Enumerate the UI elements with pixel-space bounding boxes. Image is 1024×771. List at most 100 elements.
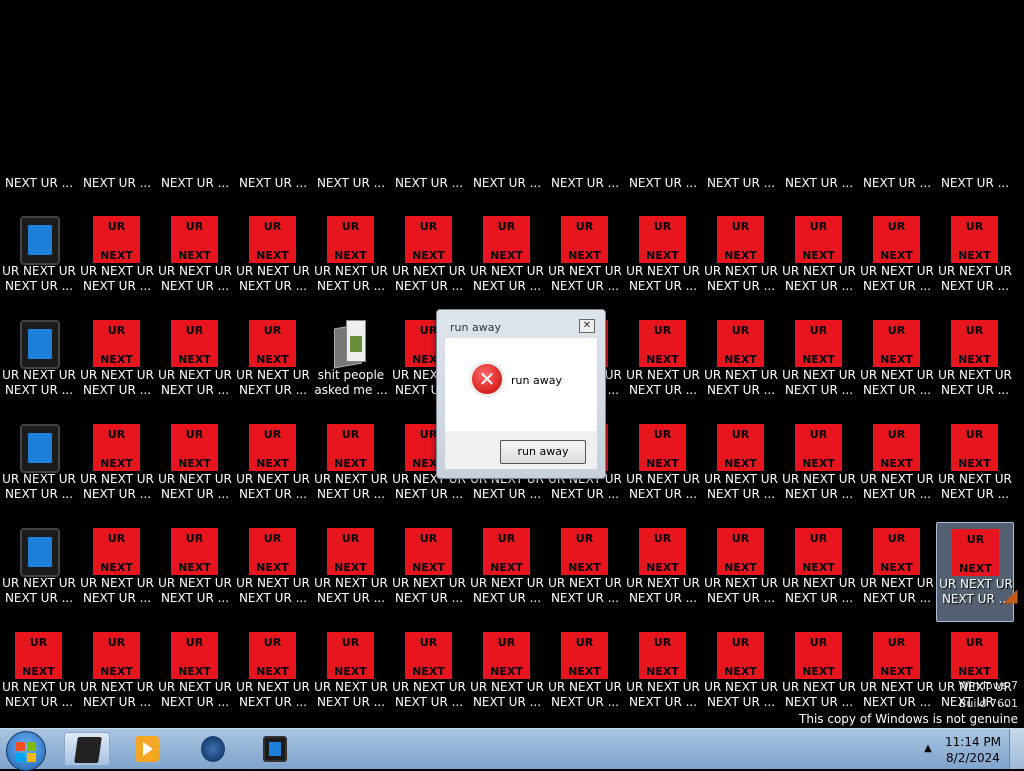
desktop-icon-label[interactable]: NEXT UR ... xyxy=(468,176,546,190)
desktop-icon[interactable]: UR NEXT UR NEXT UR NEXT UR ... xyxy=(780,522,858,622)
desktop-icon[interactable]: URNEXTUR NEXT UR NEXT UR ... xyxy=(780,314,858,414)
watermark-build: Build 7601 xyxy=(958,697,1018,710)
desktop-icon[interactable]: URNEXTUR NEXT UR NEXT UR ... xyxy=(546,210,624,310)
desktop-icon[interactable]: URNEXTUR NEXT UR NEXT UR ... xyxy=(156,418,234,518)
ur-next-image-icon: UR NEXT xyxy=(327,632,374,679)
desktop-icon[interactable]: URNEXTUR NEXT UR NEXT UR ... xyxy=(858,522,936,622)
desktop-icon[interactable]: URNEXTUR NEXT UR NEXT UR ... xyxy=(156,210,234,310)
desktop-icon[interactable]: URNEXTUR NEXT UR NEXT UR ... xyxy=(390,626,468,726)
icon-text-bottom: NEXT xyxy=(334,665,367,678)
icon-text-top: UR xyxy=(185,220,204,233)
desktop-icon-label: UR NEXT UR NEXT UR ... xyxy=(782,576,856,605)
desktop-icon-label[interactable]: NEXT UR ... xyxy=(312,176,390,190)
error-dialog[interactable]: run away ✕ ✕ run away run away xyxy=(436,309,606,479)
desktop-icon[interactable]: URNEXTUR NEXT UR NEXT UR ... xyxy=(234,626,312,726)
desktop-icon[interactable]: URNEXTUR NEXT UR NEXT UR ... xyxy=(780,210,858,310)
desktop-icon[interactable]: URNEXTUR NEXT UR NEXT UR ... xyxy=(156,626,234,726)
desktop-icon[interactable]: URNEXTUR NEXT UR NEXT UR ... xyxy=(468,522,546,622)
desktop-icon[interactable]: URNEXTUR NEXT UR NEXT UR ... xyxy=(234,522,312,622)
desktop-icon[interactable]: URNEXTUR NEXT UR NEXT UR ... xyxy=(312,210,390,310)
desktop-icon[interactable]: URNEXTUR NEXT UR NEXT UR ... xyxy=(702,418,780,518)
desktop-icon[interactable]: URNEXTUR NEXT UR NEXT UR ... xyxy=(468,626,546,726)
icon-text-bottom: NEXT xyxy=(802,561,835,574)
taskbar-terminal-icon[interactable] xyxy=(64,732,110,766)
close-icon[interactable]: ✕ xyxy=(579,319,595,333)
taskbar-tablet-app-icon[interactable] xyxy=(252,732,298,766)
desktop-icon[interactable]: shit people asked me ... xyxy=(312,314,390,414)
desktop-icon[interactable]: URNEXTUR NEXT UR NEXT UR ... xyxy=(390,210,468,310)
desktop-icon[interactable]: URNEXTUR NEXT UR NEXT UR ... xyxy=(546,522,624,622)
desktop-icon[interactable]: URNEXTUR NEXT UR NEXT UR ... xyxy=(468,210,546,310)
desktop-icon[interactable]: URNEXTUR NEXT UR NEXT UR ... xyxy=(546,626,624,726)
desktop-icon-label: UR NEXT UR NEXT UR ... xyxy=(938,472,1012,501)
run-away-button[interactable]: run away xyxy=(500,440,586,464)
desktop-icon[interactable]: URNEXTUR NEXT UR NEXT UR ... xyxy=(234,210,312,310)
desktop-icon[interactable]: URNEXTUR NEXT UR NEXT UR ... xyxy=(78,522,156,622)
desktop-icon[interactable]: URNEXTUR NEXT UR NEXT UR ... xyxy=(780,626,858,726)
desktop-icon[interactable]: URNEXTUR NEXT UR NEXT UR ... xyxy=(936,210,1014,310)
desktop-icon[interactable]: URNEXTUR NEXT UR NEXT UR ... xyxy=(78,210,156,310)
desktop-icon[interactable]: URNEXTUR NEXT UR NEXT UR ... xyxy=(156,522,234,622)
desktop-icon[interactable]: URNEXTUR NEXT UR NEXT UR ... xyxy=(390,522,468,622)
desktop-icon[interactable]: URNEXTUR NEXT UR NEXT UR ... xyxy=(312,418,390,518)
desktop-icon[interactable]: UR NEXT UR NEXT UR ... xyxy=(0,314,78,414)
desktop-icon[interactable]: URNEXTUR NEXT UR NEXT UR ... xyxy=(858,626,936,726)
desktop-icon-label[interactable]: NEXT UR ... xyxy=(624,176,702,190)
desktop-icon[interactable]: URNEXTUR NEXT UR NEXT UR ... xyxy=(78,626,156,726)
icon-text-top: UR xyxy=(809,532,828,545)
desktop-icon[interactable]: URNEXTUR NEXT UR NEXT UR ... xyxy=(936,626,1014,726)
desktop-icon-label: UR NEXT UR NEXT UR ... xyxy=(80,264,154,293)
desktop-icon[interactable]: URNEXTUR NEXT UR NEXT UR ... xyxy=(702,522,780,622)
desktop-icon[interactable]: URNEXTUR NEXT UR NEXT UR ... xyxy=(936,314,1014,414)
ur-next-image-icon: UR NEXT xyxy=(639,528,686,575)
desktop-icon-label[interactable]: NEXT UR ... xyxy=(780,176,858,190)
desktop-icon[interactable]: URNEXTUR NEXT UR NEXT UR ... xyxy=(234,314,312,414)
desktop-icon[interactable]: URNEXTUR NEXT UR NEXT UR ... xyxy=(0,626,78,726)
desktop-icon[interactable]: URNEXTUR NEXT UR NEXT UR ... xyxy=(78,314,156,414)
icon-text-bottom: NEXT xyxy=(646,249,679,262)
desktop-icon-label[interactable]: NEXT UR ... xyxy=(156,176,234,190)
desktop-icon-label[interactable]: NEXT UR ... xyxy=(936,176,1014,190)
desktop-icon[interactable]: URNEXTUR NEXT UR NEXT UR ... xyxy=(936,522,1014,622)
desktop-icon[interactable]: URNEXTUR NEXT UR NEXT UR ... xyxy=(78,418,156,518)
desktop-icon-label[interactable]: NEXT UR ... xyxy=(546,176,624,190)
desktop-icon[interactable]: URNEXTUR NEXT UR NEXT UR ... xyxy=(702,210,780,310)
desktop-icon[interactable]: URNEXTUR NEXT UR NEXT UR ... xyxy=(312,626,390,726)
icon-text-top: UR xyxy=(341,636,360,649)
clock[interactable]: 11:14 PM 8/2/2024 xyxy=(938,734,1008,766)
tray-expand-icon[interactable]: ▲ xyxy=(918,739,938,759)
desktop-icon[interactable]: URNEXTUR NEXT UR NEXT UR ... xyxy=(624,522,702,622)
ur-next-image-icon: UR NEXT xyxy=(171,528,218,575)
desktop-icon[interactable]: URNEXTUR NEXT UR NEXT UR ... xyxy=(858,418,936,518)
desktop-icon[interactable]: URNEXTUR NEXT UR NEXT UR ... xyxy=(624,314,702,414)
desktop-icon-label[interactable]: NEXT UR ... xyxy=(702,176,780,190)
taskbar-firefox-icon[interactable] xyxy=(190,732,236,766)
desktop-icon[interactable]: UR NEXT UR NEXT UR ... xyxy=(0,210,78,310)
desktop-icon[interactable]: URNEXTUR NEXT UR NEXT UR ... xyxy=(858,210,936,310)
desktop-icon[interactable]: URNEXTUR NEXT UR NEXT UR ... xyxy=(702,314,780,414)
desktop-icon[interactable]: URNEXTUR NEXT UR NEXT UR ... xyxy=(624,418,702,518)
desktop-icon[interactable]: UR NEXT UR NEXT UR ... xyxy=(0,418,78,518)
start-button[interactable] xyxy=(6,731,46,771)
desktop-icon[interactable]: URNEXTUR NEXT UR NEXT UR ... xyxy=(702,626,780,726)
desktop-icon[interactable]: URNEXTUR NEXT UR NEXT UR ... xyxy=(312,522,390,622)
desktop-icon[interactable]: URNEXTUR NEXT UR NEXT UR ... xyxy=(624,210,702,310)
desktop-icon[interactable]: URNEXTUR NEXT UR NEXT UR ... xyxy=(156,314,234,414)
desktop-icon-label[interactable]: NEXT UR ... xyxy=(858,176,936,190)
show-desktop-button[interactable] xyxy=(1009,729,1024,769)
icon-text-top: UR xyxy=(965,324,984,337)
desktop-icon[interactable]: URNEXTUR NEXT UR NEXT UR ... xyxy=(936,418,1014,518)
desktop-icon[interactable]: UR NEXT UR NEXT UR ... xyxy=(0,522,78,622)
desktop-icon[interactable]: URNEXTUR NEXT UR NEXT UR ... xyxy=(624,626,702,726)
desktop-icon[interactable]: URNEXTUR NEXT UR NEXT UR ... xyxy=(234,418,312,518)
desktop-icon[interactable]: URNEXTUR NEXT UR NEXT UR ... xyxy=(780,418,858,518)
dialog-body: ✕ run away xyxy=(445,338,597,431)
taskbar-media-player-icon[interactable] xyxy=(124,732,170,766)
icon-text-bottom: NEXT xyxy=(958,665,991,678)
desktop-icon[interactable]: URNEXTUR NEXT UR NEXT UR ... xyxy=(858,314,936,414)
desktop-icon-label[interactable]: NEXT UR ... xyxy=(390,176,468,190)
desktop-icon-label[interactable]: NEXT UR ... xyxy=(0,176,78,190)
desktop-icon-label[interactable]: NEXT UR ... xyxy=(234,176,312,190)
icon-text-top: UR xyxy=(107,428,126,441)
desktop-icon-label[interactable]: NEXT UR ... xyxy=(78,176,156,190)
